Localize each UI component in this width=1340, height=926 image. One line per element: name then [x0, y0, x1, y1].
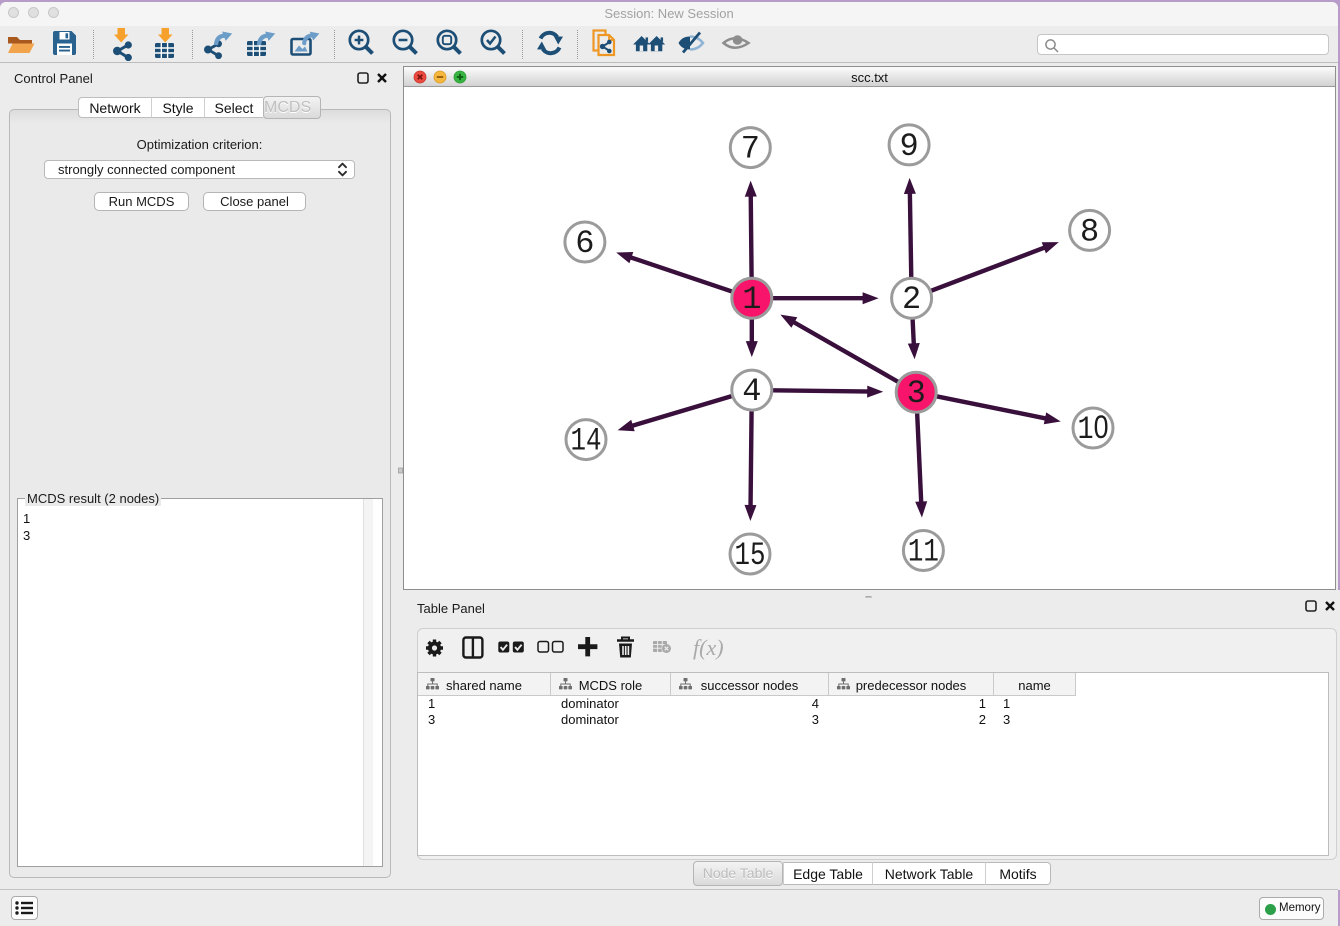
svg-text:11: 11	[908, 534, 939, 571]
svg-text:1: 1	[742, 281, 761, 318]
svg-text:8: 8	[1080, 213, 1099, 250]
svg-text:14: 14	[571, 423, 602, 460]
svg-text:f(x): f(x)	[693, 635, 724, 660]
svg-text:7: 7	[741, 131, 760, 168]
svg-text:15: 15	[735, 537, 766, 574]
svg-text:6: 6	[575, 225, 594, 262]
svg-text:10: 10	[1078, 409, 1109, 448]
svg-text:4: 4	[742, 373, 761, 410]
svg-text:9: 9	[899, 128, 918, 165]
svg-text:3: 3	[907, 375, 926, 412]
svg-text:2: 2	[902, 281, 921, 318]
